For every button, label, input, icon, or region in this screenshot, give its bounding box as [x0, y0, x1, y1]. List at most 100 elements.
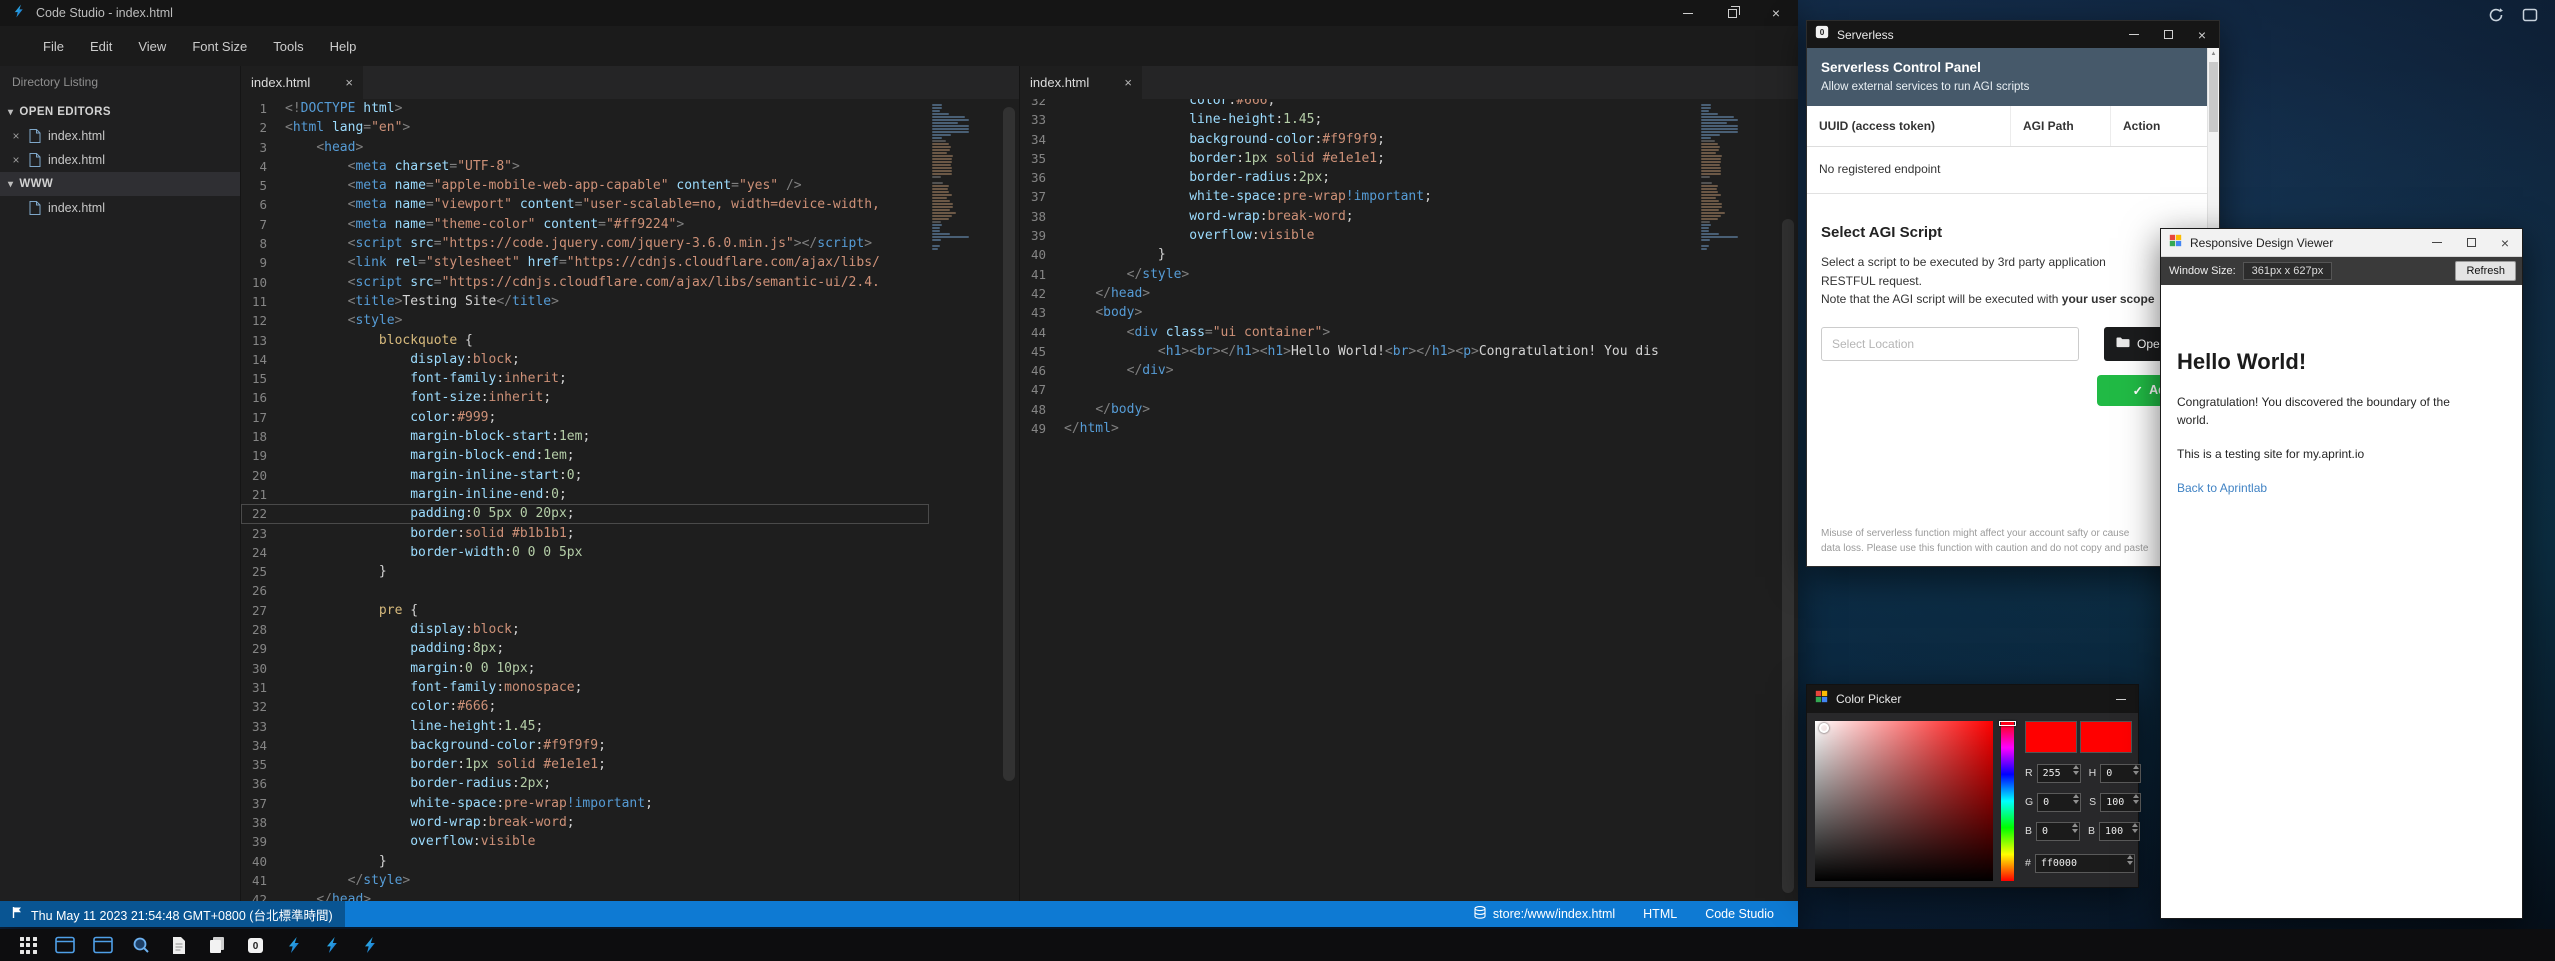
current-color-swatch[interactable]	[2025, 721, 2077, 753]
refresh-button[interactable]: Refresh	[2455, 261, 2516, 281]
sidebar-section-open-editors[interactable]: ▾OPEN EDITORS	[0, 100, 240, 124]
menu-help[interactable]: Help	[317, 33, 370, 60]
code-line[interactable]: 19 margin-block-end:1em;	[241, 446, 929, 465]
minimize-button[interactable]	[2104, 686, 2138, 713]
app-grid-icon[interactable]	[10, 929, 46, 961]
app-window-icon-1[interactable]	[46, 929, 84, 961]
code-line[interactable]: 5 <meta name="apple-mobile-web-app-capab…	[241, 176, 929, 195]
code-line[interactable]: 3 <head>	[241, 138, 929, 157]
hue-cursor[interactable]	[1999, 721, 2016, 726]
code-line[interactable]: 18 margin-block-start:1em;	[241, 427, 929, 446]
code-line[interactable]: 21 margin-inline-end:0;	[241, 485, 929, 504]
menu-file[interactable]: File	[30, 33, 77, 60]
code-line[interactable]: 48 </body>	[1020, 400, 1698, 419]
close-button[interactable]: ×	[2488, 229, 2522, 256]
code-line[interactable]: 27 pre {	[241, 601, 929, 620]
minimize-button[interactable]	[2117, 21, 2151, 48]
code-line[interactable]: 36 border-radius:2px;	[241, 774, 929, 793]
code-line[interactable]: 36 border-radius:2px;	[1020, 168, 1698, 187]
stepper-arrows-icon[interactable]	[2127, 855, 2133, 865]
code-line[interactable]: 32 color:#666;	[241, 697, 929, 716]
code-line[interactable]: 31 font-family:monospace;	[241, 678, 929, 697]
code-editor[interactable]: 32 color:#666;33 line-height:1.45;34 bac…	[1020, 99, 1798, 901]
code-line[interactable]: 41 </style>	[241, 871, 929, 890]
agi-script-location-input[interactable]	[1821, 327, 2079, 361]
code-line[interactable]: 4 <meta charset="UTF-8">	[241, 157, 929, 176]
code-line[interactable]: 2<html lang="en">	[241, 118, 929, 137]
scroll-up-icon[interactable]: ▲	[2208, 48, 2219, 60]
sidebar-item-index-html[interactable]: ×index.html	[0, 124, 240, 148]
code-line[interactable]: 42 </head>	[1020, 284, 1698, 303]
code-line[interactable]: 17 color:#999;	[241, 408, 929, 427]
scrollbar-thumb[interactable]	[2209, 62, 2218, 132]
refresh-icon[interactable]	[2487, 6, 2505, 24]
code-studio-icon-2[interactable]	[312, 929, 350, 961]
tab-close-icon[interactable]: ×	[1124, 75, 1132, 90]
saturation-value-picker[interactable]	[1815, 721, 1993, 881]
code-editor[interactable]: 1<!DOCTYPE html>2<html lang="en">3 <head…	[241, 99, 1019, 901]
stepper-arrows-icon[interactable]	[2073, 794, 2079, 804]
text-editor-icon[interactable]	[160, 929, 198, 961]
code-line[interactable]: 22 padding:0 5px 0 20px;	[241, 504, 929, 523]
scrollbar-thumb[interactable]	[1003, 107, 1015, 781]
code-line[interactable]: 43 <body>	[1020, 303, 1698, 322]
code-line[interactable]: 37 white-space:pre-wrap!important;	[241, 794, 929, 813]
code-line[interactable]: 14 display:block;	[241, 350, 929, 369]
code-line[interactable]: 40 }	[241, 852, 929, 871]
close-button[interactable]: ×	[1754, 0, 1798, 26]
code-line[interactable]: 28 display:block;	[241, 620, 929, 639]
code-line[interactable]: 46 </div>	[1020, 361, 1698, 380]
sidebar-item-index-html[interactable]: ×index.html	[0, 148, 240, 172]
hex-value-input[interactable]	[2035, 854, 2135, 873]
menu-edit[interactable]: Edit	[77, 33, 125, 60]
code-line[interactable]: 7 <meta name="theme-color" content="#ff9…	[241, 215, 929, 234]
tab-index-html[interactable]: index.html×	[1020, 66, 1142, 99]
tab-close-icon[interactable]: ×	[345, 75, 353, 90]
code-line[interactable]: 16 font-size:inherit;	[241, 388, 929, 407]
code-line[interactable]: 35 border:1px solid #e1e1e1;	[241, 755, 929, 774]
tab-index-html[interactable]: index.html×	[241, 66, 363, 99]
code-line[interactable]: 15 font-family:inherit;	[241, 369, 929, 388]
code-line[interactable]: 39 overflow:visible	[241, 832, 929, 851]
code-line[interactable]: 1<!DOCTYPE html>	[241, 99, 929, 118]
minimap[interactable]	[1698, 102, 1744, 901]
minimize-button[interactable]	[2420, 229, 2454, 256]
code-line[interactable]: 33 line-height:1.45;	[241, 717, 929, 736]
minimize-button[interactable]	[1666, 0, 1710, 26]
code-line[interactable]: 39 overflow:visible	[1020, 226, 1698, 245]
sidebar-item-index-html[interactable]: index.html	[0, 196, 240, 220]
serverless-app-icon[interactable]: 0	[236, 929, 274, 961]
minimap[interactable]	[929, 102, 973, 901]
app-window-icon-2[interactable]	[84, 929, 122, 961]
hue-slider[interactable]	[2001, 721, 2014, 881]
file-manager-icon[interactable]	[198, 929, 236, 961]
code-line[interactable]: 40 }	[1020, 245, 1698, 264]
code-line[interactable]: 41 </style>	[1020, 265, 1698, 284]
stepper-arrows-icon[interactable]	[2133, 794, 2139, 804]
scrollbar[interactable]	[973, 99, 1019, 901]
code-line[interactable]: 38 word-wrap:break-word;	[1020, 207, 1698, 226]
frame-icon[interactable]	[2521, 6, 2539, 24]
code-line[interactable]: 26	[241, 581, 929, 600]
status-file-path[interactable]: store:/www/index.html	[1474, 906, 1615, 922]
sidebar-section-www[interactable]: ▾WWW	[0, 172, 240, 196]
close-icon[interactable]: ×	[10, 129, 22, 143]
code-line[interactable]: 12 <style>	[241, 311, 929, 330]
restore-button[interactable]	[1710, 0, 1754, 26]
code-line[interactable]: 24 border-width:0 0 0 5px	[241, 543, 929, 562]
scrollbar[interactable]	[1744, 99, 1798, 901]
code-line[interactable]: 32 color:#666;	[1020, 99, 1698, 110]
status-app[interactable]: Code Studio	[1705, 907, 1774, 921]
close-icon[interactable]: ×	[10, 153, 22, 167]
menu-view[interactable]: View	[125, 33, 179, 60]
code-studio-icon-1[interactable]	[274, 929, 312, 961]
previous-color-swatch[interactable]	[2080, 721, 2132, 753]
code-line[interactable]: 37 white-space:pre-wrap!important;	[1020, 187, 1698, 206]
code-line[interactable]: 49</html>	[1020, 419, 1698, 438]
back-to-aprintlab-link[interactable]: Back to Aprintlab	[2177, 481, 2267, 495]
code-line[interactable]: 8 <script src="https://code.jquery.com/j…	[241, 234, 929, 253]
code-studio-icon-3[interactable]	[350, 929, 388, 961]
menu-tools[interactable]: Tools	[260, 33, 316, 60]
code-line[interactable]: 11 <title>Testing Site</title>	[241, 292, 929, 311]
code-line[interactable]: 35 border:1px solid #e1e1e1;	[1020, 149, 1698, 168]
